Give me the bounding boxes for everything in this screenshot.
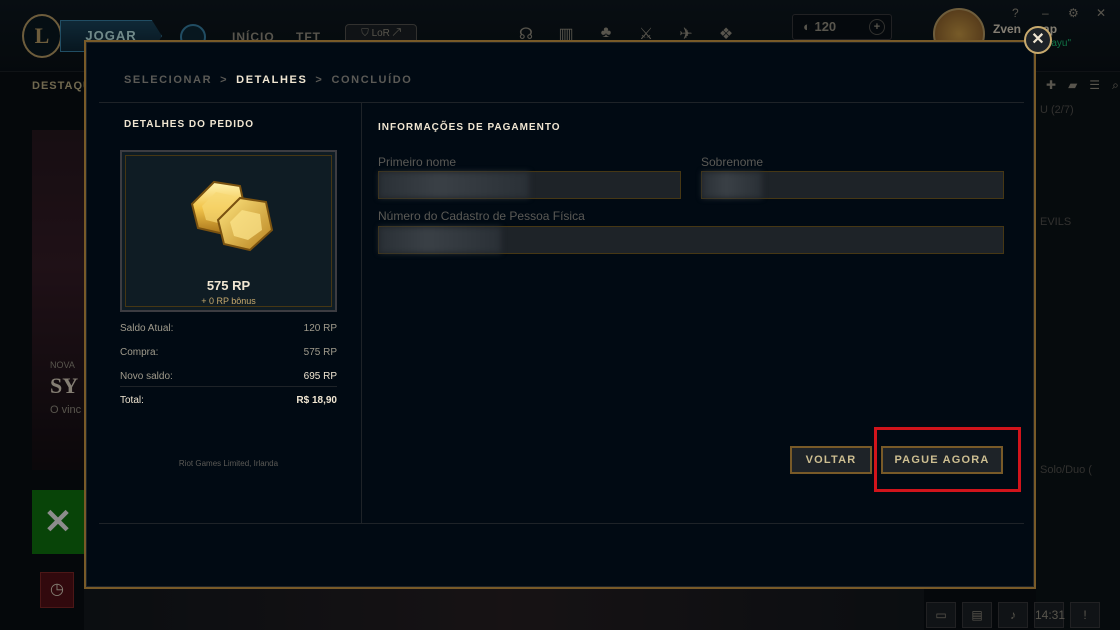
summary-value: 120 RP bbox=[303, 323, 337, 334]
order-details-title: DETALHES DO PEDIDO bbox=[124, 119, 255, 130]
redacted-value bbox=[379, 172, 529, 198]
breadcrumb-step-details: DETALHES bbox=[236, 74, 308, 86]
summary-row: Novo saldo: 695 RP bbox=[120, 371, 337, 395]
last-name-label: Sobrenome bbox=[701, 155, 764, 169]
item-bonus: + 0 RP bônus bbox=[201, 296, 256, 306]
pay-now-highlight bbox=[874, 427, 1021, 492]
summary-value: 695 RP bbox=[303, 371, 337, 382]
first-name-label: Primeiro nome bbox=[378, 155, 457, 169]
divider bbox=[99, 523, 1024, 524]
breadcrumb-separator: > bbox=[220, 74, 229, 86]
cpf-field[interactable] bbox=[378, 226, 1004, 254]
redacted-value bbox=[702, 172, 762, 198]
cpf-label: Número do Cadastro de Pessoa Física bbox=[378, 209, 585, 223]
summary-value: 575 RP bbox=[303, 347, 337, 358]
breadcrumb-step-select: SELECIONAR bbox=[124, 74, 213, 86]
summary-row: Saldo Atual: 120 RP bbox=[120, 323, 337, 347]
back-button[interactable]: VOLTAR bbox=[790, 446, 872, 474]
first-name-field[interactable] bbox=[378, 171, 681, 199]
item-name: 575 RP bbox=[206, 278, 251, 293]
modal-close-icon[interactable]: ✕ bbox=[1024, 26, 1052, 54]
breadcrumb-separator: > bbox=[315, 74, 324, 86]
breadcrumb-step-done: CONCLUÍDO bbox=[331, 74, 413, 86]
app-root: L JOGAR INÍCIO TFT ⛉ LoR ↗ ☊ ▥ ♣ ⚔ ✈ ❖ ◐… bbox=[0, 0, 1120, 630]
summary-row: Compra: 575 RP bbox=[120, 347, 337, 371]
divider bbox=[361, 103, 362, 524]
purchase-modal: SELECIONAR > DETALHES > CONCLUÍDO DETALHES D… bbox=[84, 40, 1036, 589]
divider bbox=[120, 386, 337, 387]
summary-label: Compra: bbox=[120, 347, 159, 358]
breadcrumb: SELECIONAR > DETALHES > CONCLUÍDO bbox=[124, 74, 412, 86]
last-name-field[interactable] bbox=[701, 171, 1004, 199]
summary-label: Novo saldo: bbox=[120, 371, 173, 382]
summary-label: Saldo Atual: bbox=[120, 323, 174, 334]
total-label: Total: bbox=[120, 395, 144, 406]
total-value: R$ 18,90 bbox=[296, 395, 337, 406]
rp-gem-icon bbox=[190, 180, 274, 252]
divider bbox=[99, 102, 1024, 103]
redacted-value bbox=[379, 227, 501, 253]
seller-footer: Riot Games Limited, Irlanda bbox=[178, 459, 279, 468]
payment-info-title: INFORMAÇÕES DE PAGAMENTO bbox=[378, 122, 561, 133]
order-summary: Saldo Atual: 120 RP Compra: 575 RP Novo … bbox=[120, 323, 337, 395]
total-row: Total: R$ 18,90 bbox=[120, 395, 337, 415]
item-card: 575 RP + 0 RP bônus bbox=[120, 150, 337, 312]
